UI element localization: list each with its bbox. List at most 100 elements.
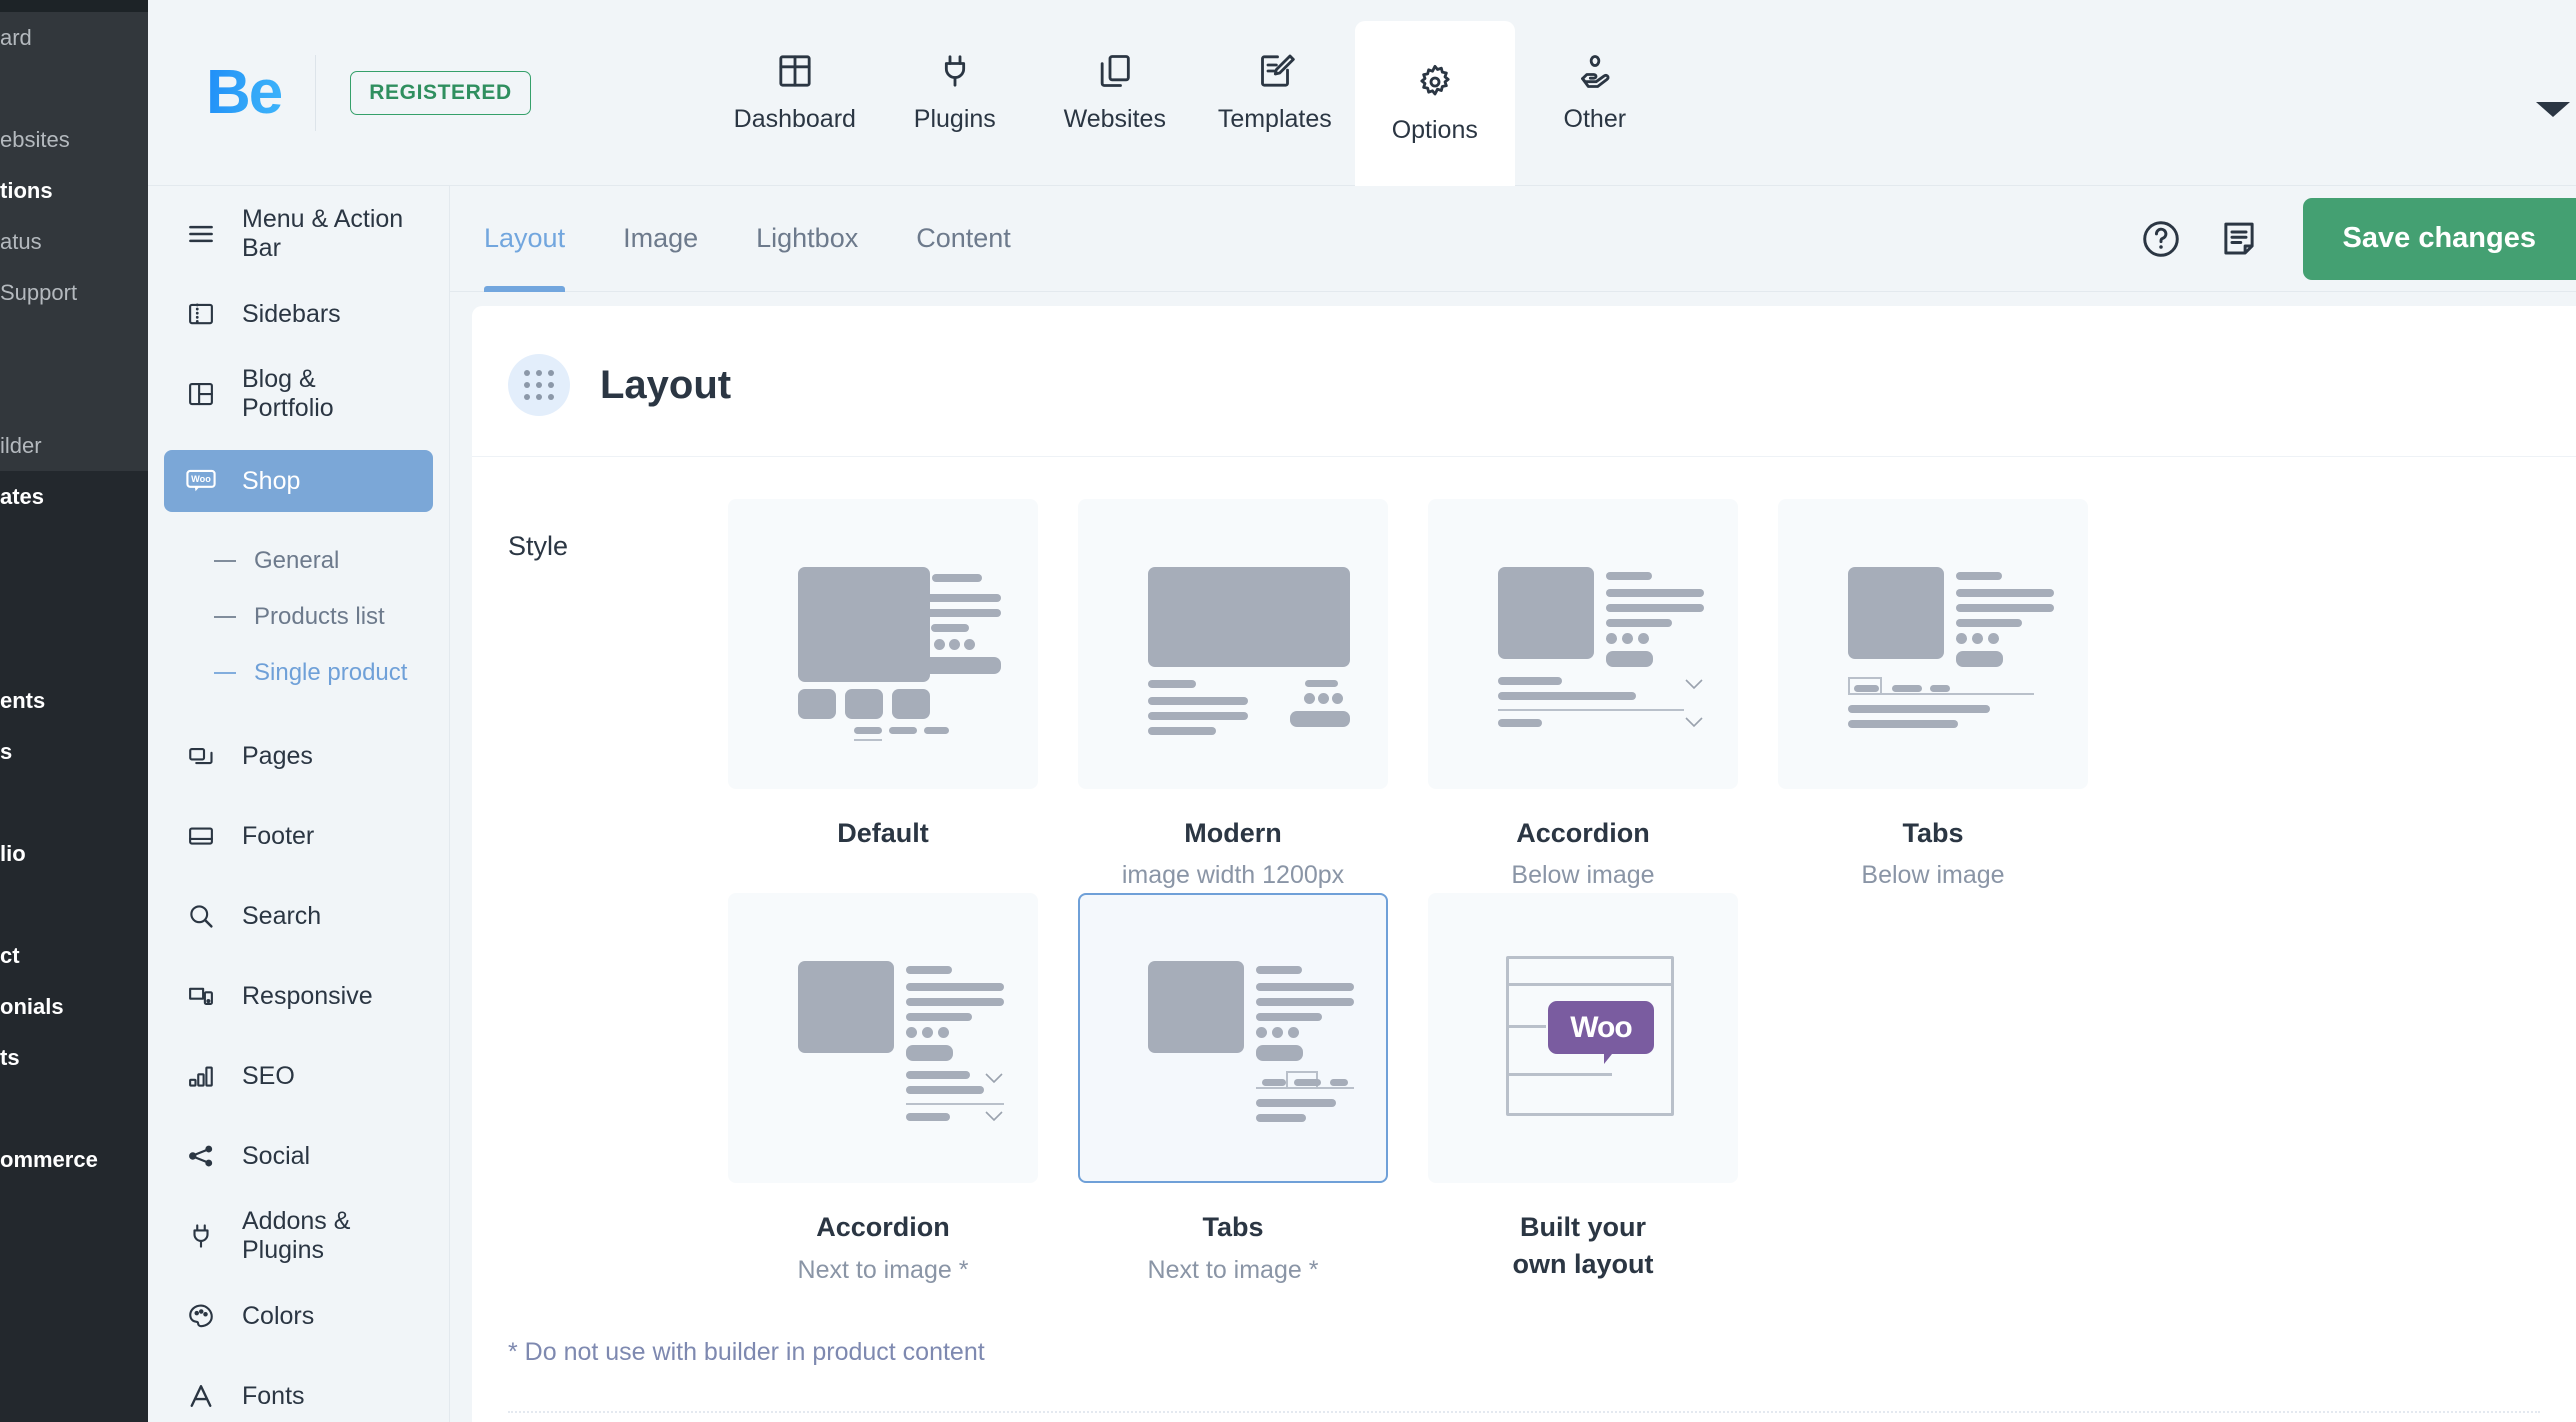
style-option-tabs-below[interactable]: Tabs Below image (1758, 499, 2108, 893)
grid-layout-icon (775, 51, 815, 91)
sidebar-subitem-single-product[interactable]: Single product (164, 656, 433, 690)
section-tabbar: Layout Image Lightbox Content Save chang… (450, 186, 2576, 292)
wp-menu-item[interactable] (0, 369, 148, 420)
license-badge: REGISTERED (350, 70, 531, 115)
wp-menu-item[interactable]: ilder (0, 420, 148, 471)
sidebar-subitem-general[interactable]: General (164, 544, 433, 578)
topnav-item-plugins[interactable]: Plugins (875, 0, 1035, 186)
sidebar-item-blog-portfolio[interactable]: Blog & Portfolio (164, 365, 433, 422)
tab-content[interactable]: Content (916, 186, 1011, 292)
wp-menu-item[interactable]: lio (0, 828, 148, 879)
wp-menu-item[interactable]: onials (0, 981, 148, 1032)
save-changes-button[interactable]: Save changes (2302, 197, 2576, 280)
sidebar-item-sidebars[interactable]: Sidebars (164, 290, 433, 338)
wp-menu-item[interactable]: ts (0, 1032, 148, 1083)
sidebar-panel-icon (186, 299, 216, 329)
tabbar-actions: Save changes (2139, 186, 2576, 292)
style-option-accordion-below[interactable]: Accordion Below image (1408, 499, 1758, 893)
tab-lightbox[interactable]: Lightbox (756, 186, 858, 292)
dash-icon (214, 560, 236, 562)
sidebar-item-social[interactable]: Social (164, 1132, 433, 1180)
sidebar-item-shop[interactable]: Woo Shop (164, 450, 433, 512)
style-option-subtitle: image width 1200px (1121, 861, 1345, 890)
wp-menu-item[interactable] (0, 63, 148, 114)
app-screen: ard ebsites tions atus Support ilder ates e… (0, 0, 2576, 1422)
sidebar-item-pages[interactable]: Pages (164, 732, 433, 780)
wp-menu-item[interactable] (0, 879, 148, 930)
sidebar-item-label: Colors (242, 1301, 315, 1330)
wp-menu-item[interactable]: Support (0, 267, 148, 318)
content-area: Layout Image Lightbox Content Save chang… (450, 186, 2576, 1422)
pages-stack-icon (186, 741, 216, 771)
style-option-modern[interactable]: Modern image width 1200px (1058, 499, 1408, 893)
brand-area: Be REGISTERED (148, 54, 531, 131)
style-option-thumbnail (1778, 499, 2088, 789)
sidebar-item-menu-action-bar[interactable]: Menu & Action Bar (164, 205, 433, 262)
sidebar-item-colors[interactable]: Colors (164, 1292, 433, 1340)
hand-heart-icon (1575, 51, 1615, 91)
topnav-item-options[interactable]: Options (1354, 20, 1515, 186)
style-option-thumbnail: Woo (1428, 893, 1738, 1184)
edit-document-icon (1255, 51, 1295, 91)
style-option-name: Tabs (1902, 818, 1964, 848)
style-option-default[interactable]: Default (708, 499, 1058, 893)
style-option-thumbnail (728, 893, 1038, 1184)
sidebar-item-fonts[interactable]: Fonts (164, 1372, 433, 1420)
wp-menu-item[interactable] (0, 624, 148, 675)
sidebar-item-footer[interactable]: Footer (164, 812, 433, 860)
sidebar-item-label: Blog & Portfolio (242, 365, 334, 422)
style-option-accordion-next[interactable]: Accordion Next to image * (708, 893, 1058, 1290)
wp-menu-item[interactable]: s (0, 726, 148, 777)
tabs-list: Layout Image Lightbox Content (484, 186, 1069, 292)
topnav-item-label: Dashboard (733, 105, 856, 133)
wp-menu-item[interactable]: ct (0, 930, 148, 981)
topnav-item-other[interactable]: Other (1515, 0, 1675, 186)
tab-layout[interactable]: Layout (484, 186, 566, 292)
style-option-woo-builder[interactable]: Woo Built your own layout (1408, 893, 1758, 1290)
wp-menu-item[interactable]: ents (0, 675, 148, 726)
style-option-name: Accordion (816, 1212, 950, 1243)
style-option-subtitle: Below image (1511, 861, 1655, 890)
style-option-name: Tabs (1202, 1212, 1264, 1243)
top-nav-items: Dashboard Plugins Websites Templates Options… (715, 0, 1675, 186)
wp-menu-item[interactable]: ebsites (0, 114, 148, 165)
sidebar-item-label: Social (242, 1141, 311, 1170)
sidebar-item-search[interactable]: Search (164, 892, 433, 940)
copy-pages-icon (1095, 51, 1135, 91)
topnav-item-dashboard[interactable]: Dashboard (715, 0, 875, 186)
topnav-item-templates[interactable]: Templates (1195, 0, 1355, 186)
sidebar-item-label: Addons & Plugins (242, 1207, 351, 1264)
footnote-text: * Do not use with builder in product con… (508, 1338, 985, 1367)
topnav-item-websites[interactable]: Websites (1035, 0, 1195, 186)
sidebar-item-addons-plugins[interactable]: Addons & Plugins (164, 1207, 433, 1264)
style-option-tabs-next[interactable]: Tabs Next to image * (1058, 893, 1408, 1290)
style-option-name: Accordion (1516, 818, 1650, 848)
style-options-grid: Default Modern image width 1200px Accordion… (708, 499, 2108, 1290)
sidebar-subitem-products-list[interactable]: Products list (164, 600, 433, 634)
sidebar-item-label: SEO (242, 1061, 295, 1090)
wp-menu-item[interactable] (0, 1083, 148, 1134)
woocommerce-icon: Woo (186, 466, 216, 496)
sidebar-item-responsive[interactable]: Responsive (164, 972, 433, 1020)
share-icon (186, 1141, 216, 1171)
tab-image[interactable]: Image (623, 186, 698, 292)
style-field-row: Style Default Modern image width 1200px Acc… (472, 457, 2576, 1290)
topnav-item-label: Plugins (913, 105, 996, 133)
wp-menu-item[interactable]: tions (0, 165, 148, 216)
brand-divider (315, 54, 317, 131)
wp-menu-item[interactable]: atus (0, 216, 148, 267)
wp-menu-item[interactable] (0, 573, 148, 624)
wp-menu-item[interactable] (0, 777, 148, 828)
wp-menu-item[interactable] (0, 318, 148, 369)
gear-icon (1415, 62, 1455, 102)
wp-menu-item[interactable]: ates (0, 471, 148, 522)
style-option-subtitle: Next to image * (797, 1255, 969, 1284)
question-circle-icon[interactable] (2139, 217, 2183, 261)
note-document-icon[interactable] (2217, 217, 2261, 261)
wp-menu-item[interactable] (0, 522, 148, 573)
topnav-item-label: Templates (1217, 105, 1332, 133)
sidebar-item-seo[interactable]: SEO (164, 1052, 433, 1100)
drag-grip-icon[interactable] (508, 354, 570, 416)
wp-menu-item[interactable]: ommerce (0, 1134, 148, 1185)
wp-menu-item[interactable]: ard (0, 12, 148, 63)
